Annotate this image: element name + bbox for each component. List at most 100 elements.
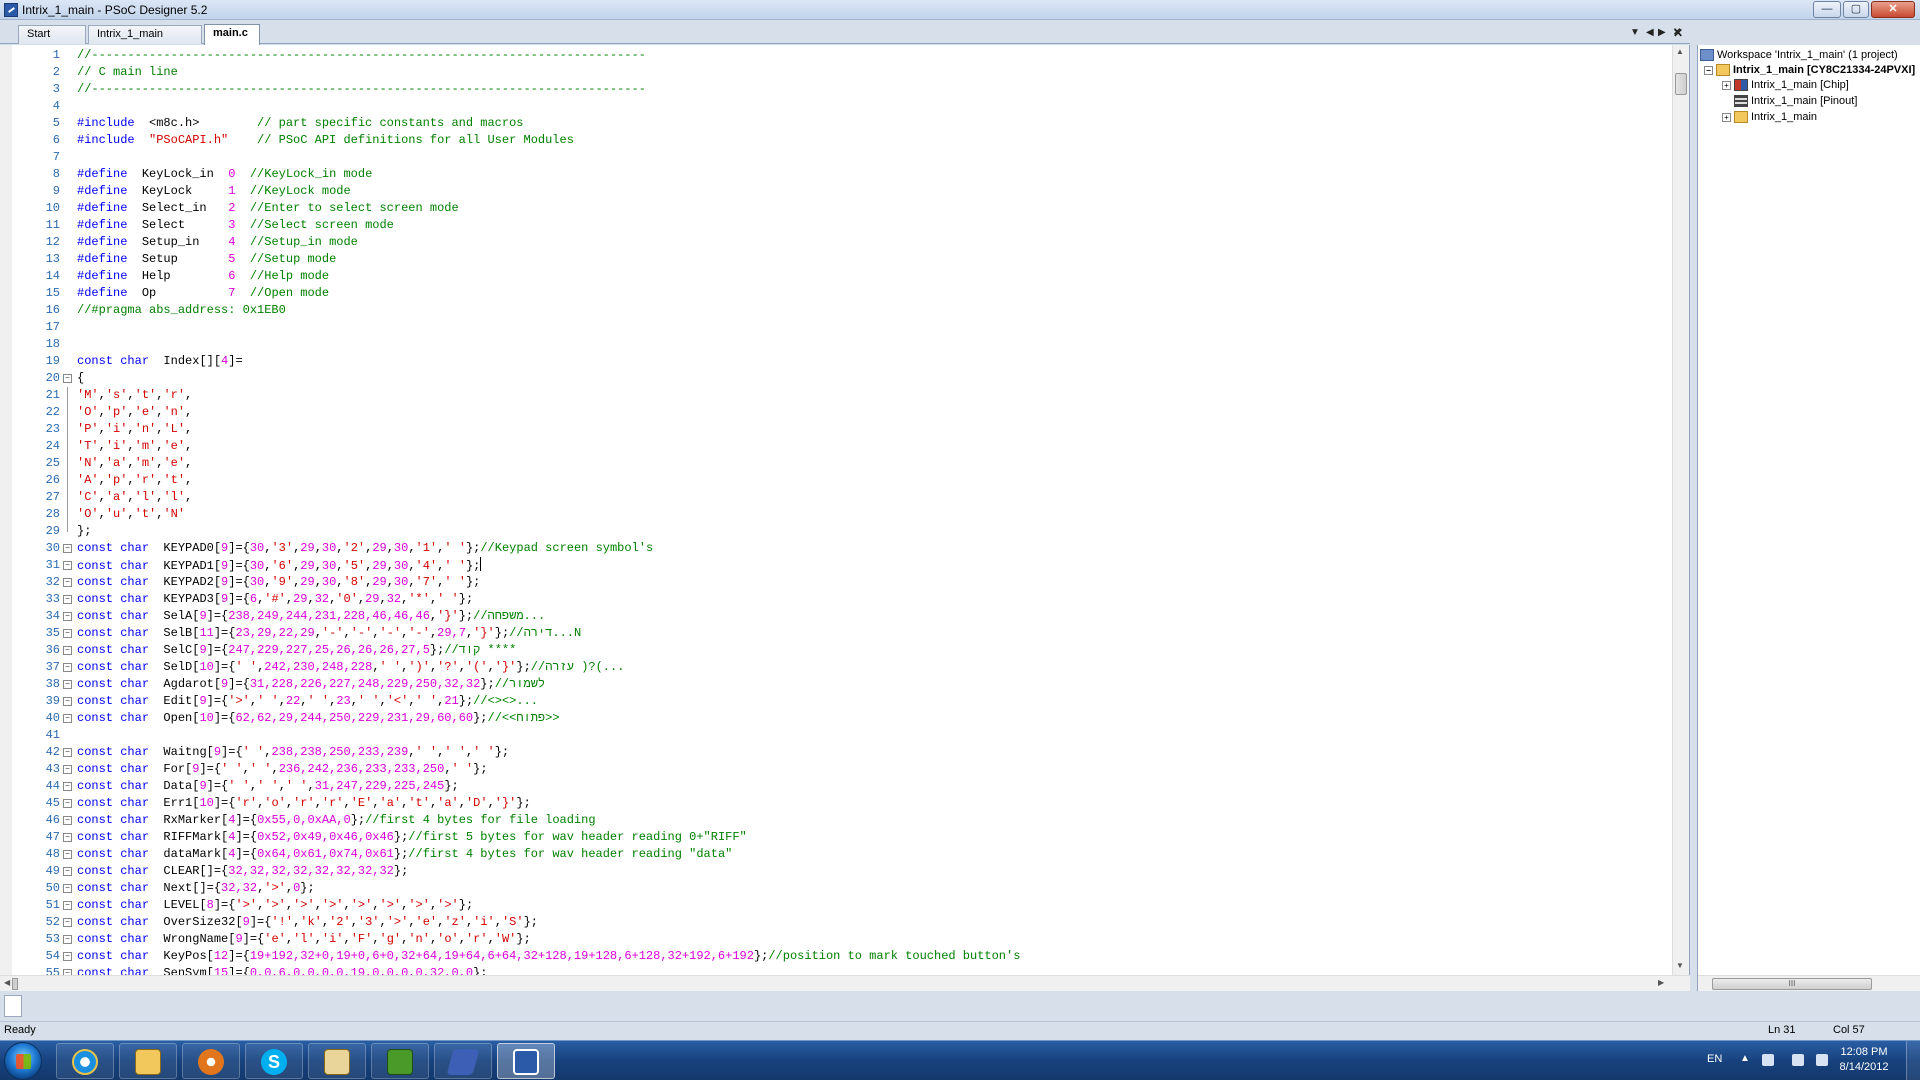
taskbar-app-green[interactable] xyxy=(371,1043,429,1079)
code-line[interactable]: 3 //-------------------------------------… xyxy=(0,81,1670,98)
code-line[interactable]: 25 'N','a','m','e', xyxy=(0,455,1670,472)
close-button[interactable]: ✕ xyxy=(1871,1,1915,18)
code-line[interactable]: 34− const char SelA[9]={238,249,244,231,2… xyxy=(0,608,1670,625)
code-text[interactable]: const char Agdarot[9]={31,228,226,227,24… xyxy=(77,676,545,693)
fold-collapse-icon[interactable]: − xyxy=(63,867,72,876)
fold-collapse-icon[interactable]: − xyxy=(63,833,72,842)
code-text[interactable]: const char dataMark[4]={0x64,0x61,0x74,0… xyxy=(77,846,732,863)
tab-main-c[interactable]: main.c xyxy=(204,24,260,45)
fold-collapse-icon[interactable]: − xyxy=(63,595,72,604)
code-line[interactable]: 33− const char KEYPAD3[9]={6,'#',29,32,'0… xyxy=(0,591,1670,608)
fold-collapse-icon[interactable]: − xyxy=(63,748,72,757)
code-line[interactable]: 17 xyxy=(0,319,1670,336)
code-line[interactable]: 28 'O','u','t','N' xyxy=(0,506,1670,523)
code-line[interactable]: 46− const char RxMarker[4]={0x55,0,0xAA,0… xyxy=(0,812,1670,829)
code-line[interactable]: 14 #define Help 6 //Help mode xyxy=(0,268,1670,285)
code-text[interactable]: const char LEVEL[8]={'>','>','>','>','>'… xyxy=(77,897,473,914)
code-text[interactable]: const char Index[][4]= xyxy=(77,353,243,370)
fold-collapse-icon[interactable]: − xyxy=(63,374,72,383)
code-text[interactable]: const char Edit[9]={'>',' ',22,' ',23,' … xyxy=(77,693,538,710)
code-text[interactable]: //#pragma abs_address: 0x1EB0 xyxy=(77,302,286,319)
code-editor[interactable]: 1 //-------------------------------------… xyxy=(0,45,1690,975)
code-text[interactable]: 'N','a','m','e', xyxy=(77,455,192,472)
code-line[interactable]: 54− const char KeyPos[12]={19+192,32+0,19… xyxy=(0,948,1670,965)
code-line[interactable]: 13 #define Setup 5 //Setup mode xyxy=(0,251,1670,268)
code-text[interactable]: const char KEYPAD1[9]={30,'6',29,30,'5',… xyxy=(77,557,482,575)
language-indicator[interactable]: EN xyxy=(1707,1053,1722,1065)
code-line[interactable]: 20−{ xyxy=(0,370,1670,387)
code-text[interactable]: #include "PSoCAPI.h" // PSoC API definit… xyxy=(77,132,574,149)
editor-vertical-scrollbar[interactable]: ▲ ▼ xyxy=(1672,45,1689,975)
tab-chip[interactable]: Intrix_1_main [Chip] xyxy=(88,25,202,57)
code-line[interactable]: 31− const char KEYPAD1[9]={30,'6',29,30,'… xyxy=(0,557,1670,574)
code-text[interactable]: //--------------------------------------… xyxy=(77,47,646,64)
code-text[interactable]: const char SelB[11]={23,29,22,29,'-','-'… xyxy=(77,625,581,642)
code-text[interactable]: const char KEYPAD0[9]={30,'3',29,30,'2',… xyxy=(77,540,653,557)
fold-collapse-icon[interactable]: − xyxy=(63,935,72,944)
code-line[interactable]: 7 xyxy=(0,149,1670,166)
tree-project[interactable]: − Intrix_1_main [CY8C21334-24PVXI] xyxy=(1704,62,1915,78)
code-text[interactable]: #include <m8c.h> // part specific consta… xyxy=(77,115,523,132)
code-line[interactable]: 10 #define Select_in 2 //Enter to select … xyxy=(0,200,1670,217)
explorer-close-icon[interactable]: ✕ xyxy=(1673,26,1683,40)
scroll-up-icon[interactable]: ▲ xyxy=(1676,47,1684,56)
code-line[interactable]: 38− const char Agdarot[9]={31,228,226,227… xyxy=(0,676,1670,693)
show-desktop-button[interactable] xyxy=(1906,1041,1920,1080)
collapse-icon[interactable]: − xyxy=(1704,65,1713,75)
code-line[interactable]: 32− const char KEYPAD2[9]={30,'9',29,30,'… xyxy=(0,574,1670,591)
code-line[interactable]: 23 'P','i','n','L', xyxy=(0,421,1670,438)
code-line[interactable]: 49− const char CLEAR[]={32,32,32,32,32,32… xyxy=(0,863,1670,880)
code-line[interactable]: 18 xyxy=(0,336,1670,353)
fold-collapse-icon[interactable]: − xyxy=(63,850,72,859)
taskbar-file-explorer[interactable] xyxy=(119,1043,177,1079)
code-line[interactable]: 50− const char Next[]={32,32,'>',0}; xyxy=(0,880,1670,897)
code-line[interactable]: 27 'C','a','l','l', xyxy=(0,489,1670,506)
code-text[interactable]: 'O','u','t','N' xyxy=(77,506,185,523)
code-line[interactable]: 39− const char Edit[9]={'>',' ',22,' ',23… xyxy=(0,693,1670,710)
code-text[interactable]: #define Help 6 //Help mode xyxy=(77,268,329,285)
code-line[interactable]: 16 //#pragma abs_address: 0x1EB0 xyxy=(0,302,1670,319)
code-line[interactable]: 35− const char SelB[11]={23,29,22,29,'-',… xyxy=(0,625,1670,642)
taskbar-media-player[interactable] xyxy=(182,1043,240,1079)
code-text[interactable]: const char SelC[9]={247,229,227,25,26,26… xyxy=(77,642,516,659)
network-icon[interactable] xyxy=(1792,1054,1804,1066)
code-line[interactable]: 4 xyxy=(0,98,1670,115)
code-text[interactable]: { xyxy=(77,370,84,387)
code-text[interactable]: const char KEYPAD3[9]={6,'#',29,32,'0',2… xyxy=(77,591,473,608)
code-line[interactable]: 41 xyxy=(0,727,1670,744)
code-line[interactable]: 11 #define Select 3 //Select screen mode xyxy=(0,217,1670,234)
code-line[interactable]: 51− const char LEVEL[8]={'>','>','>','>',… xyxy=(0,897,1670,914)
code-text[interactable]: //--------------------------------------… xyxy=(77,81,646,98)
scrollbar-thumb[interactable] xyxy=(1675,73,1687,95)
code-text[interactable]: const char For[9]={' ',' ',236,242,236,2… xyxy=(77,761,488,778)
maximize-button[interactable]: ▢ xyxy=(1843,1,1869,18)
explorer-horizontal-scrollbar[interactable]: III xyxy=(1698,975,1920,991)
code-line[interactable]: 8 #define KeyLock_in 0 //KeyLock_in mode xyxy=(0,166,1670,183)
code-line[interactable]: 43− const char For[9]={' ',' ',236,242,23… xyxy=(0,761,1670,778)
tree-item-chip[interactable]: + Intrix_1_main [Chip] xyxy=(1722,77,1849,93)
code-text[interactable]: const char SelD[10]={' ',242,230,248,228… xyxy=(77,659,624,676)
code-text[interactable]: #define Setup_in 4 //Setup_in mode xyxy=(77,234,358,251)
code-text[interactable]: }; xyxy=(77,523,91,540)
clock[interactable]: 12:08 PM 8/14/2012 xyxy=(1830,1045,1898,1075)
fold-collapse-icon[interactable]: − xyxy=(63,799,72,808)
fold-collapse-icon[interactable]: − xyxy=(63,612,72,621)
fold-collapse-icon[interactable]: − xyxy=(63,544,72,553)
code-text[interactable]: const char Err1[10]={'r','o','r','r','E'… xyxy=(77,795,531,812)
code-line[interactable]: 24 'T','i','m','e', xyxy=(0,438,1670,455)
output-tab[interactable] xyxy=(4,995,22,1017)
scrollbar-thumb[interactable]: III xyxy=(1712,978,1872,990)
code-text[interactable]: const char Next[]={32,32,'>',0}; xyxy=(77,880,315,897)
fold-collapse-icon[interactable]: − xyxy=(63,765,72,774)
fold-collapse-icon[interactable]: − xyxy=(63,697,72,706)
code-line[interactable]: 44− const char Data[9]={' ',' ',' ',31,24… xyxy=(0,778,1670,795)
code-text[interactable]: 'O','p','e','n', xyxy=(77,404,192,421)
scrollbar-thumb[interactable] xyxy=(12,978,18,990)
fold-collapse-icon[interactable]: − xyxy=(63,561,72,570)
code-text[interactable]: const char CLEAR[]={32,32,32,32,32,32,32… xyxy=(77,863,408,880)
code-text[interactable]: const char Waitng[9]={' ',238,238,250,23… xyxy=(77,744,509,761)
tab-scroll-right-icon[interactable]: ▶ xyxy=(1658,27,1666,38)
code-text[interactable]: const char Data[9]={' ',' ',' ',31,247,2… xyxy=(77,778,459,795)
code-line[interactable]: 30− const char KEYPAD0[9]={30,'3',29,30,'… xyxy=(0,540,1670,557)
code-text[interactable]: const char Open[10]={62,62,29,244,250,22… xyxy=(77,710,560,727)
